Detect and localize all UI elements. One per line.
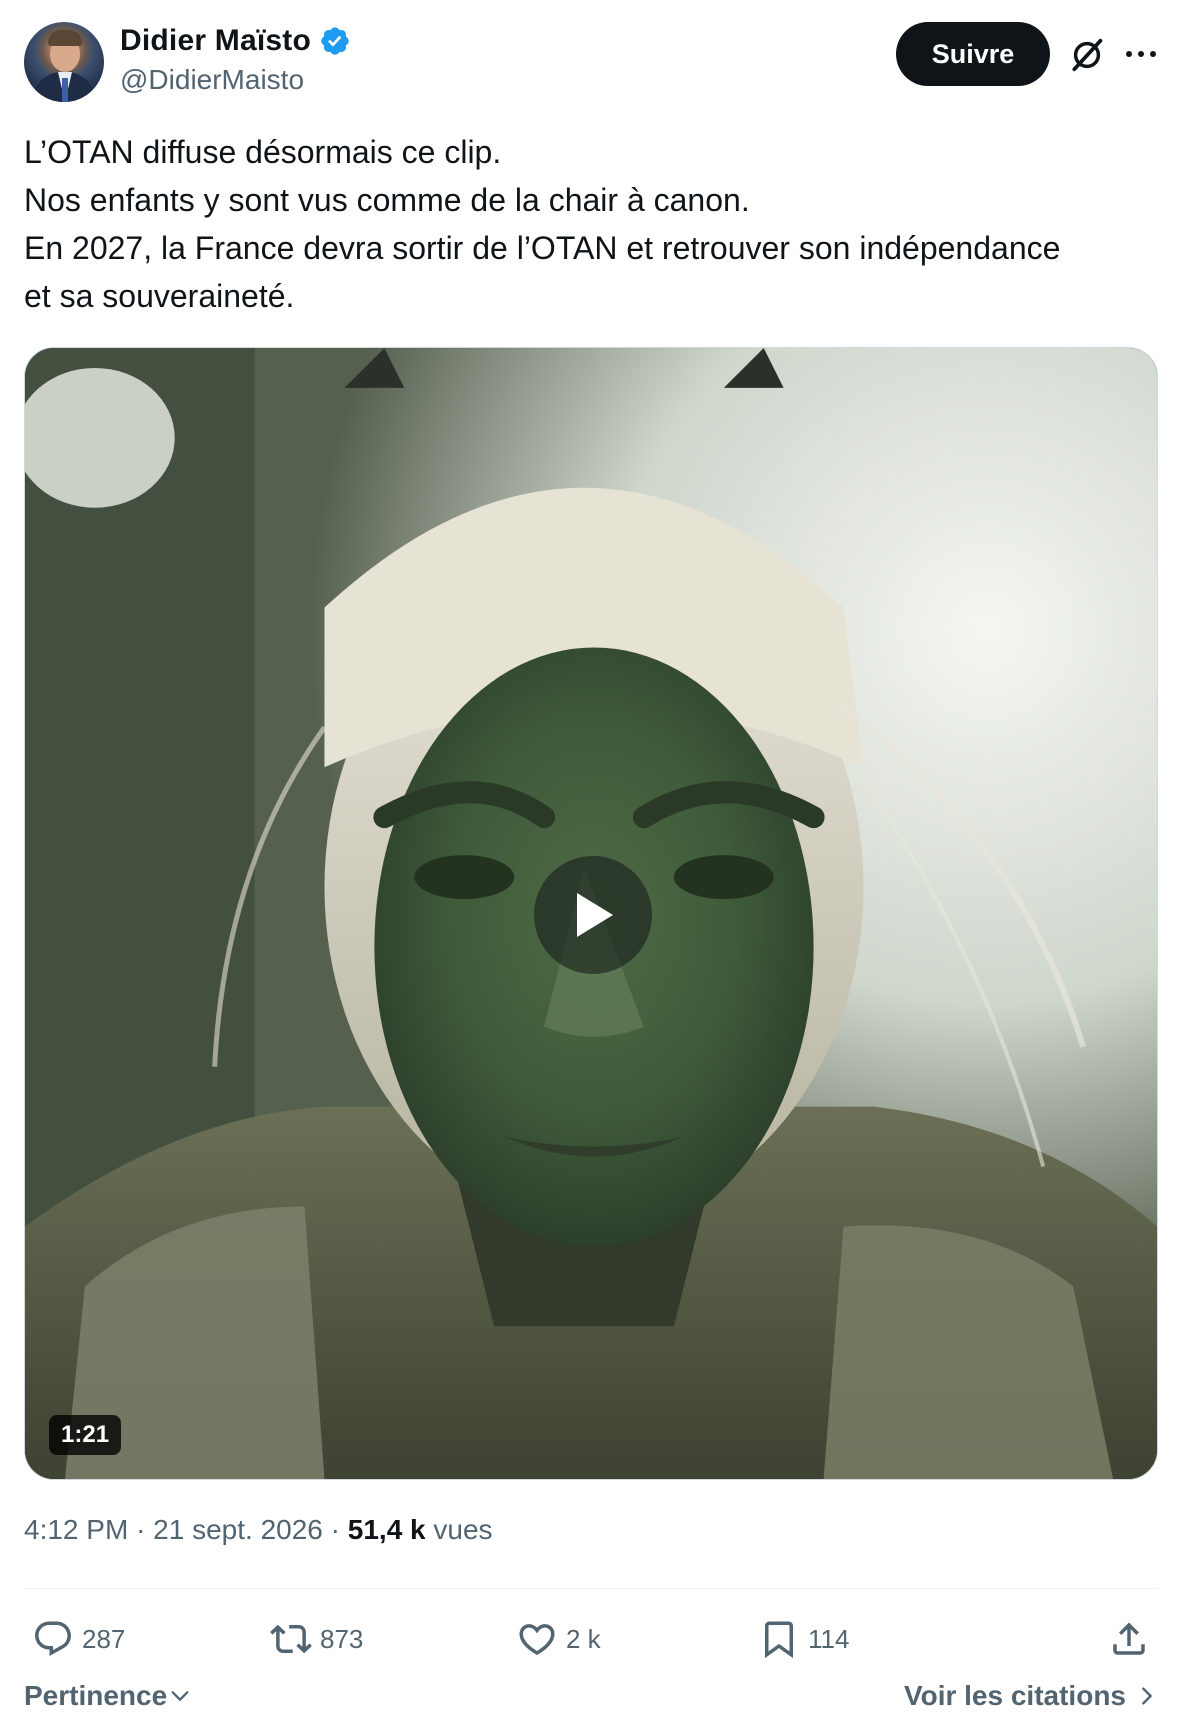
bookmark-button[interactable]: 114	[758, 1612, 849, 1666]
tweet-line: En 2027, la France devra sortir de l’OTA…	[24, 230, 1061, 266]
display-name[interactable]: Didier Maïsto	[120, 24, 311, 58]
more-icon[interactable]	[1124, 42, 1158, 66]
repost-button[interactable]: 873	[270, 1612, 363, 1666]
meta-separator: ·	[136, 1514, 146, 1545]
avatar[interactable]	[24, 22, 104, 102]
tweet-header: Didier Maïsto @DidierMaisto Suivre	[24, 22, 1158, 104]
like-button[interactable]: 2 k	[516, 1612, 601, 1666]
author-block[interactable]: Didier Maïsto @DidierMaisto	[120, 24, 351, 96]
bookmark-icon	[765, 1621, 793, 1659]
reply-icon	[35, 1621, 71, 1656]
duration-badge: 1:21	[49, 1415, 122, 1455]
reply-button[interactable]: 287	[32, 1612, 125, 1666]
tweet-page: Didier Maïsto @DidierMaisto Suivre L’OTA…	[0, 0, 1182, 1734]
follow-button[interactable]: Suivre	[896, 22, 1050, 86]
tweet-line: Nos enfants y sont vus comme de la chair…	[24, 182, 750, 218]
views-label: vues	[433, 1514, 493, 1545]
divider	[24, 1588, 1158, 1589]
like-icon	[519, 1624, 555, 1656]
verified-badge-icon	[321, 27, 349, 55]
repost-icon	[270, 1624, 312, 1654]
play-button[interactable]	[534, 856, 652, 974]
like-count: 2 k	[566, 1623, 601, 1654]
chevron-down-icon	[171, 1691, 189, 1701]
handle[interactable]: @DidierMaisto	[120, 64, 351, 96]
action-bar: 287 873 2 k 114	[24, 1612, 1158, 1666]
play-icon	[577, 893, 613, 937]
repost-count: 873	[320, 1623, 364, 1654]
tweet-date[interactable]: 21 sept. 2026	[153, 1514, 323, 1545]
tweet-line: et sa souveraineté.	[24, 278, 295, 314]
view-quotes-link[interactable]: Voir les citations	[904, 1680, 1158, 1712]
tweet-line: L’OTAN diffuse désormais ce clip.	[24, 134, 502, 170]
tweet-time[interactable]: 4:12 PM	[24, 1514, 128, 1545]
quotes-label: Voir les citations	[904, 1680, 1126, 1711]
views-count: 51,4 k	[347, 1514, 426, 1545]
video-player[interactable]: 1:21	[24, 347, 1158, 1480]
tweet-meta: 4:12 PM · 21 sept. 2026 · 51,4 k vues	[24, 1514, 493, 1546]
share-button[interactable]	[1108, 1612, 1150, 1666]
meta-separator: ·	[330, 1514, 340, 1545]
reply-count: 287	[82, 1623, 126, 1654]
grok-icon[interactable]	[1068, 36, 1106, 74]
sort-label: Pertinence	[24, 1680, 168, 1711]
tweet-text: L’OTAN diffuse désormais ce clip. Nos en…	[24, 128, 1158, 320]
share-icon	[1113, 1622, 1145, 1655]
chevron-right-icon	[1142, 1687, 1152, 1705]
bookmark-count: 114	[808, 1623, 850, 1654]
sort-dropdown[interactable]: Pertinence	[24, 1680, 191, 1712]
